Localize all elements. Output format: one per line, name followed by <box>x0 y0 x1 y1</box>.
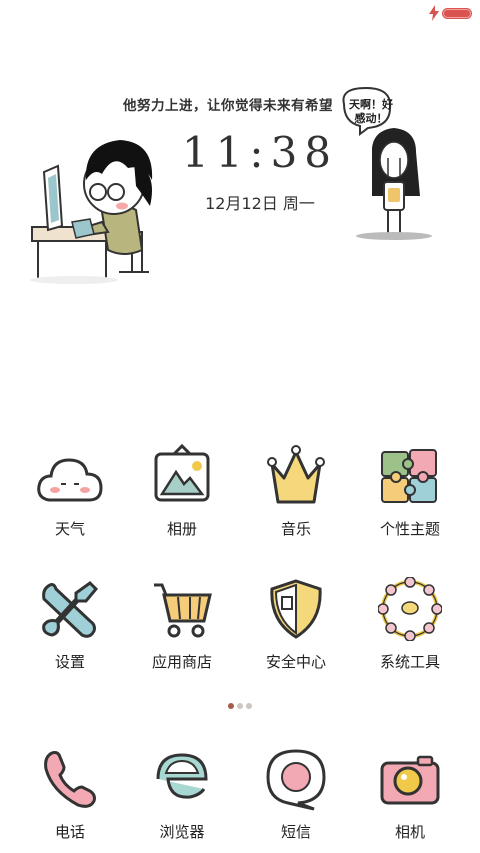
cloud-icon <box>37 458 103 502</box>
app-label: 系统工具 <box>379 653 440 671</box>
app-label: 音乐 <box>280 520 311 538</box>
app-themes[interactable]: 个性主题 <box>355 444 465 554</box>
status-bar <box>0 0 480 28</box>
speech-bubble-text: 天啊！好感动！ <box>349 98 393 125</box>
dock-messages[interactable]: 短信 <box>241 747 351 853</box>
cart-icon <box>154 583 212 638</box>
app-weather[interactable]: 天气 <box>15 448 125 558</box>
clock-time[interactable]: 11:38 <box>180 128 340 177</box>
dock-phone[interactable]: 电话 <box>15 747 125 853</box>
home-screen: 他努力上进，让你觉得未来有希望 11:38 12月12日 周一 天啊！好感动！ … <box>0 0 480 853</box>
browser-icon <box>156 753 208 799</box>
app-store[interactable]: 应用商店 <box>127 577 237 687</box>
page-dot-active[interactable] <box>228 703 234 709</box>
app-label: 应用商店 <box>151 653 212 671</box>
phone-icon <box>44 751 96 808</box>
crown-icon <box>267 445 325 504</box>
dock-camera[interactable]: 相机 <box>355 747 465 853</box>
app-music[interactable]: 音乐 <box>241 444 351 554</box>
camera-icon <box>380 755 440 805</box>
app-label: 相册 <box>166 520 197 538</box>
photo-icon <box>154 444 210 502</box>
app-label: 安全中心 <box>265 653 326 671</box>
app-settings[interactable]: 设置 <box>15 577 125 687</box>
page-dot[interactable] <box>237 703 243 709</box>
app-gallery[interactable]: 相册 <box>127 444 237 554</box>
message-icon <box>266 749 326 811</box>
page-indicator[interactable] <box>224 703 256 711</box>
app-label: 个性主题 <box>379 520 440 538</box>
app-label: 天气 <box>54 520 85 538</box>
app-system-tools[interactable]: 系统工具 <box>355 577 465 687</box>
tools-icon <box>42 581 99 638</box>
charging-bolt-icon <box>429 5 439 21</box>
clock-date[interactable]: 12月12日 周一 <box>185 190 335 214</box>
puzzle-icon <box>381 449 437 503</box>
widget-slogan: 他努力上进，让你觉得未来有希望 <box>123 98 333 114</box>
app-label: 短信 <box>280 823 311 841</box>
dock-browser[interactable]: 浏览器 <box>127 747 237 853</box>
boy-at-computer-illustration <box>30 140 153 284</box>
app-label: 相机 <box>394 823 425 841</box>
app-label: 电话 <box>54 823 85 841</box>
app-label: 设置 <box>54 653 85 671</box>
ring-icon <box>378 577 442 641</box>
app-security[interactable]: 安全中心 <box>241 577 351 687</box>
battery-icon <box>442 8 472 19</box>
page-dot[interactable] <box>246 703 252 709</box>
shield-icon <box>270 579 322 639</box>
app-label: 浏览器 <box>159 823 205 841</box>
